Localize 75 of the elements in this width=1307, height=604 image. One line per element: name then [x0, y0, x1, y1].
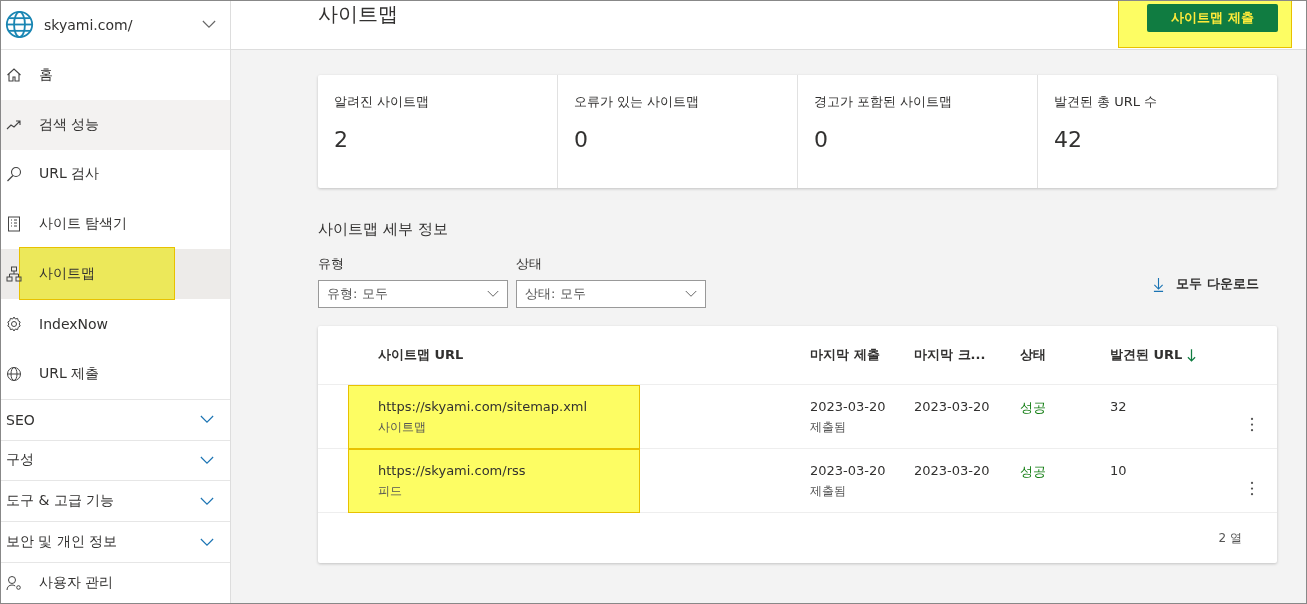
download-all-button[interactable]: 모두 다운로드 — [1153, 275, 1277, 308]
table-cell-text: 제출됨 — [810, 419, 847, 436]
nav-label: 사이트맵 — [39, 265, 95, 284]
search-icon — [6, 166, 22, 183]
section-title: 사이트맵 세부 정보 — [318, 220, 449, 239]
stat-value: 42 — [1054, 127, 1083, 152]
section-label: 보안 및 개인 정보 — [6, 533, 118, 552]
nav-label: URL 검사 — [39, 165, 100, 184]
table-cell-text: 2023-03-20 — [914, 463, 991, 478]
nav-label: 사이트 탐색기 — [39, 215, 128, 234]
nav-section[interactable]: 구성 — [1, 439, 230, 481]
stat-value: 0 — [574, 127, 589, 152]
chevron-down-icon — [685, 290, 697, 298]
stat-label: 알려진 사이트맵 — [334, 93, 431, 111]
column-header[interactable]: 사이트맵 URL — [378, 346, 464, 364]
filter-dropdown[interactable]: 유형: 모두 — [318, 280, 508, 308]
sitemap-url[interactable]: https://skyami.com/sitemap.xml — [378, 399, 810, 414]
nav-section[interactable]: SEO — [1, 398, 230, 440]
section-label: SEO — [6, 411, 35, 428]
globe-icon — [5, 10, 34, 40]
stat-label: 오류가 있는 사이트맵 — [574, 93, 701, 111]
more-options-icon[interactable] — [1250, 479, 1254, 496]
user-gear-icon — [6, 575, 22, 591]
document-list-icon — [6, 216, 22, 233]
section-label: 구성 — [6, 451, 34, 470]
status-text: 성공 — [1020, 463, 1047, 481]
filter-label: 유형 — [318, 255, 345, 273]
table-cell-text: 32 — [1110, 399, 1128, 414]
column-header[interactable]: 마지막 크... — [914, 346, 986, 364]
home-icon — [6, 66, 22, 83]
table-cell-text: 2023-03-20 — [810, 399, 887, 414]
stat-value: 2 — [334, 127, 349, 152]
nav-section[interactable]: 보안 및 개인 정보 — [1, 521, 230, 563]
nav-item[interactable]: 사용자 관리 — [1, 562, 230, 603]
chevron-down-icon — [487, 290, 499, 298]
table-cell-text: 2023-03-20 — [810, 463, 887, 478]
column-header[interactable]: 발견된 URL — [1110, 346, 1183, 364]
nav-item[interactable]: URL 검사 — [1, 149, 230, 200]
chevron-down-icon[interactable] — [202, 20, 216, 30]
globe-icon — [6, 365, 22, 382]
stat-value: 0 — [814, 127, 829, 152]
nav-item[interactable]: 사이트 탐색기 — [1, 199, 230, 250]
stat-label: 발견된 총 URL 수 — [1054, 93, 1159, 111]
nav-label: 사용자 관리 — [39, 574, 114, 592]
site-selector[interactable]: skyami.com/ — [44, 16, 202, 33]
sitemap-type: 사이트맵 — [378, 419, 427, 436]
stat-label: 경고가 포함된 사이트맵 — [814, 93, 954, 111]
table-cell-text: 2023-03-20 — [914, 399, 991, 414]
nav-item[interactable]: 홈 — [1, 49, 230, 100]
filter-label: 상태 — [516, 255, 543, 273]
column-header[interactable]: 마지막 제출 — [810, 346, 880, 364]
page-title: 사이트맵 — [318, 1, 398, 28]
column-header[interactable]: 상태 — [1020, 346, 1046, 364]
nav-item[interactable]: 검색 성능 — [1, 99, 230, 150]
sitemap-icon — [6, 266, 22, 283]
nav-section[interactable]: 도구 & 고급 기능 — [1, 480, 230, 522]
more-options-icon[interactable] — [1250, 415, 1254, 432]
row-count: 2 열 — [1218, 529, 1242, 547]
nav-label: 홈 — [39, 65, 53, 84]
sitemap-type: 피드 — [378, 483, 403, 500]
nav-label: 검색 성능 — [39, 115, 100, 134]
table-cell-text: 제출됨 — [810, 483, 847, 500]
section-label: 도구 & 고급 기능 — [6, 492, 115, 511]
gear-icon — [6, 315, 22, 332]
nav-label: IndexNow — [39, 315, 109, 332]
nav-item[interactable]: 사이트맵 — [1, 249, 230, 299]
download-icon — [1153, 276, 1165, 292]
filter-dropdown[interactable]: 상태: 모두 — [516, 280, 706, 308]
submit-sitemap-button[interactable]: 사이트맵 제출 — [1147, 4, 1278, 32]
nav-label: URL 제출 — [39, 364, 100, 383]
sitemap-url[interactable]: https://skyami.com/rss — [378, 463, 810, 478]
nav-item[interactable]: URL 제출 — [1, 348, 230, 399]
nav-item[interactable]: IndexNow — [1, 299, 230, 349]
table-cell-text: 10 — [1110, 463, 1128, 478]
status-text: 성공 — [1020, 399, 1047, 417]
